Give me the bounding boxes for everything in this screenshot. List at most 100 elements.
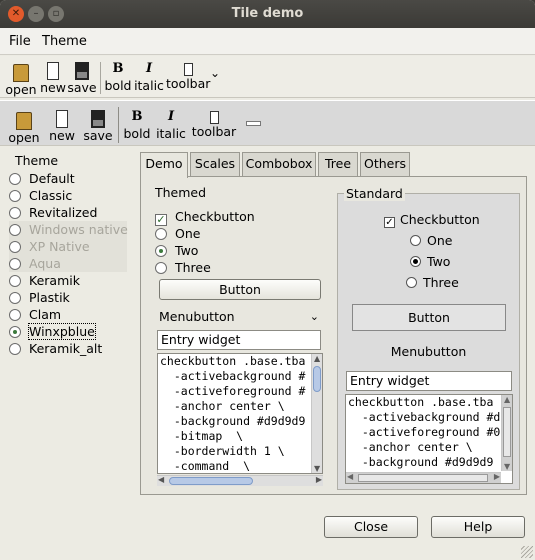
scroll-thumb[interactable]: [313, 366, 321, 392]
standard-title: Standard: [344, 186, 405, 201]
themed-title: Themed: [155, 185, 207, 200]
toolbar-handle[interactable]: [246, 121, 261, 126]
help-button[interactable]: Help: [431, 516, 525, 538]
standard-button[interactable]: Button: [352, 304, 506, 331]
theme-option[interactable]: Keramik_alt: [9, 340, 102, 357]
standard-radio-two[interactable]: Two: [410, 254, 450, 269]
radio-icon: [9, 224, 21, 236]
radio-icon: [9, 173, 21, 185]
standard-checkbutton[interactable]: ✓ Checkbutton: [384, 212, 480, 228]
theme-option[interactable]: Classic: [9, 187, 72, 204]
scroll-thumb[interactable]: [169, 477, 253, 485]
menu-theme[interactable]: Theme: [42, 34, 87, 49]
toolbar-button[interactable]: toolbar: [166, 60, 210, 91]
document-icon: [183, 63, 193, 76]
open-button[interactable]: open: [5, 60, 37, 97]
arrow-left-icon: ◀: [347, 472, 354, 481]
toolbar-top: open new save B bold I italic toolbar ⌄: [0, 56, 535, 98]
arrow-left-icon: ◀: [158, 475, 165, 484]
text-line: -activebackground #d: [348, 410, 501, 424]
bold-button[interactable]: B bold: [104, 60, 132, 93]
tab-demo-panel: Themed ✓ Checkbutton One Two Three Button…: [140, 176, 527, 495]
standard-hscrollbar[interactable]: ◀ ▶: [346, 472, 501, 483]
toolbar-label: toolbar: [191, 124, 237, 139]
text-line: -activebackground #: [160, 369, 306, 383]
standard-checkbutton-label: Checkbutton: [400, 212, 480, 227]
standard-radio-three[interactable]: Three: [406, 275, 459, 290]
theme-option[interactable]: Clam: [9, 306, 61, 323]
tab-tree-label: Tree: [324, 156, 352, 171]
text-line: -anchor center \: [348, 440, 473, 454]
radio-icon: [9, 343, 21, 355]
save-button[interactable]: save: [67, 60, 97, 95]
standard-entry[interactable]: Entry widget: [346, 371, 512, 391]
radio-icon: [155, 228, 167, 240]
theme-option[interactable]: Revitalized: [9, 204, 97, 221]
theme-pane: Theme Default Classic Revitalized Windows n…: [0, 146, 135, 546]
tab-others[interactable]: Others: [360, 152, 410, 176]
close-button[interactable]: Close: [324, 516, 418, 538]
bold-label: bold: [123, 126, 151, 141]
chevron-down-icon: ⌄: [309, 310, 319, 323]
themed-hscrollbar[interactable]: ◀ ▶: [157, 475, 323, 486]
tab-scales-label: Scales: [194, 156, 236, 171]
save-label: save: [67, 80, 97, 95]
menu-file[interactable]: File: [9, 34, 31, 49]
toolbar-label: toolbar: [166, 76, 211, 91]
tab-tree[interactable]: Tree: [318, 152, 358, 176]
scroll-thumb[interactable]: [358, 474, 488, 482]
text-line: -activeforeground #0: [348, 425, 501, 439]
standard-radio-one[interactable]: One: [410, 233, 452, 248]
theme-option[interactable]: Default: [9, 170, 75, 187]
toolbar-button-2[interactable]: toolbar: [191, 108, 237, 139]
theme-option[interactable]: Keramik: [9, 272, 80, 289]
text-line: -activeforeground #: [160, 384, 306, 398]
theme-option-label: Keramik: [29, 273, 80, 288]
standard-textbox[interactable]: checkbutton .base.tba -activebackground …: [345, 394, 513, 484]
checkbox-checked-icon: ✓: [384, 217, 395, 228]
radio-selected-icon: [155, 245, 167, 257]
toolbar-separator: [118, 107, 119, 143]
themed-checkbutton[interactable]: ✓ Checkbutton: [155, 208, 255, 226]
text-line: checkbutton .base.tba: [348, 395, 494, 409]
tab-scales[interactable]: Scales: [190, 152, 240, 176]
save-button-2[interactable]: save: [82, 108, 114, 143]
theme-option-label: Aqua: [29, 256, 61, 271]
themed-radio-three[interactable]: Three: [155, 259, 211, 276]
italic-button-2[interactable]: I italic: [154, 108, 188, 141]
scroll-thumb[interactable]: [503, 407, 511, 457]
open-label: open: [5, 82, 37, 97]
chevron-down-icon[interactable]: ⌄: [208, 66, 222, 80]
bold-button-2[interactable]: B bold: [122, 108, 152, 141]
theme-option[interactable]: Winxpblue: [9, 323, 96, 340]
tab-combobox-label: Combobox: [245, 156, 313, 171]
standard-menubutton[interactable]: Menubutton: [338, 344, 519, 359]
title-bar[interactable]: ✕ – ▫ Tile demo: [0, 0, 535, 28]
theme-option[interactable]: Plastik: [9, 289, 70, 306]
italic-icon: I: [145, 61, 153, 76]
themed-menubutton[interactable]: Menubutton ⌄: [159, 307, 321, 327]
themed-textbox[interactable]: checkbutton .base.tba -activebackground …: [157, 353, 323, 474]
themed-button[interactable]: Button: [159, 279, 321, 300]
tab-demo[interactable]: Demo: [140, 152, 188, 178]
open-button-2[interactable]: open: [6, 108, 42, 145]
bold-icon: B: [131, 109, 143, 124]
tab-demo-label: Demo: [145, 156, 183, 171]
arrow-down-icon: ▼: [314, 464, 321, 473]
radio-selected-icon: [9, 326, 21, 338]
radio-label: Three: [175, 260, 211, 275]
tab-combobox[interactable]: Combobox: [242, 152, 316, 176]
resize-grip-icon[interactable]: [521, 546, 533, 558]
themed-vscrollbar[interactable]: ▲ ▼: [311, 354, 322, 473]
themed-radio-two[interactable]: Two: [155, 242, 198, 259]
folder-open-icon: [13, 64, 29, 82]
radio-icon: [9, 241, 21, 253]
text-line: checkbutton .base.tba: [160, 354, 306, 368]
new-button-2[interactable]: new: [46, 108, 78, 143]
italic-button[interactable]: I italic: [134, 60, 164, 93]
radio-icon: [9, 292, 21, 304]
standard-vscrollbar[interactable]: ▲ ▼: [501, 395, 512, 471]
themed-entry[interactable]: Entry widget: [157, 330, 321, 350]
themed-radio-one[interactable]: One: [155, 225, 200, 242]
new-button[interactable]: new: [38, 60, 68, 95]
